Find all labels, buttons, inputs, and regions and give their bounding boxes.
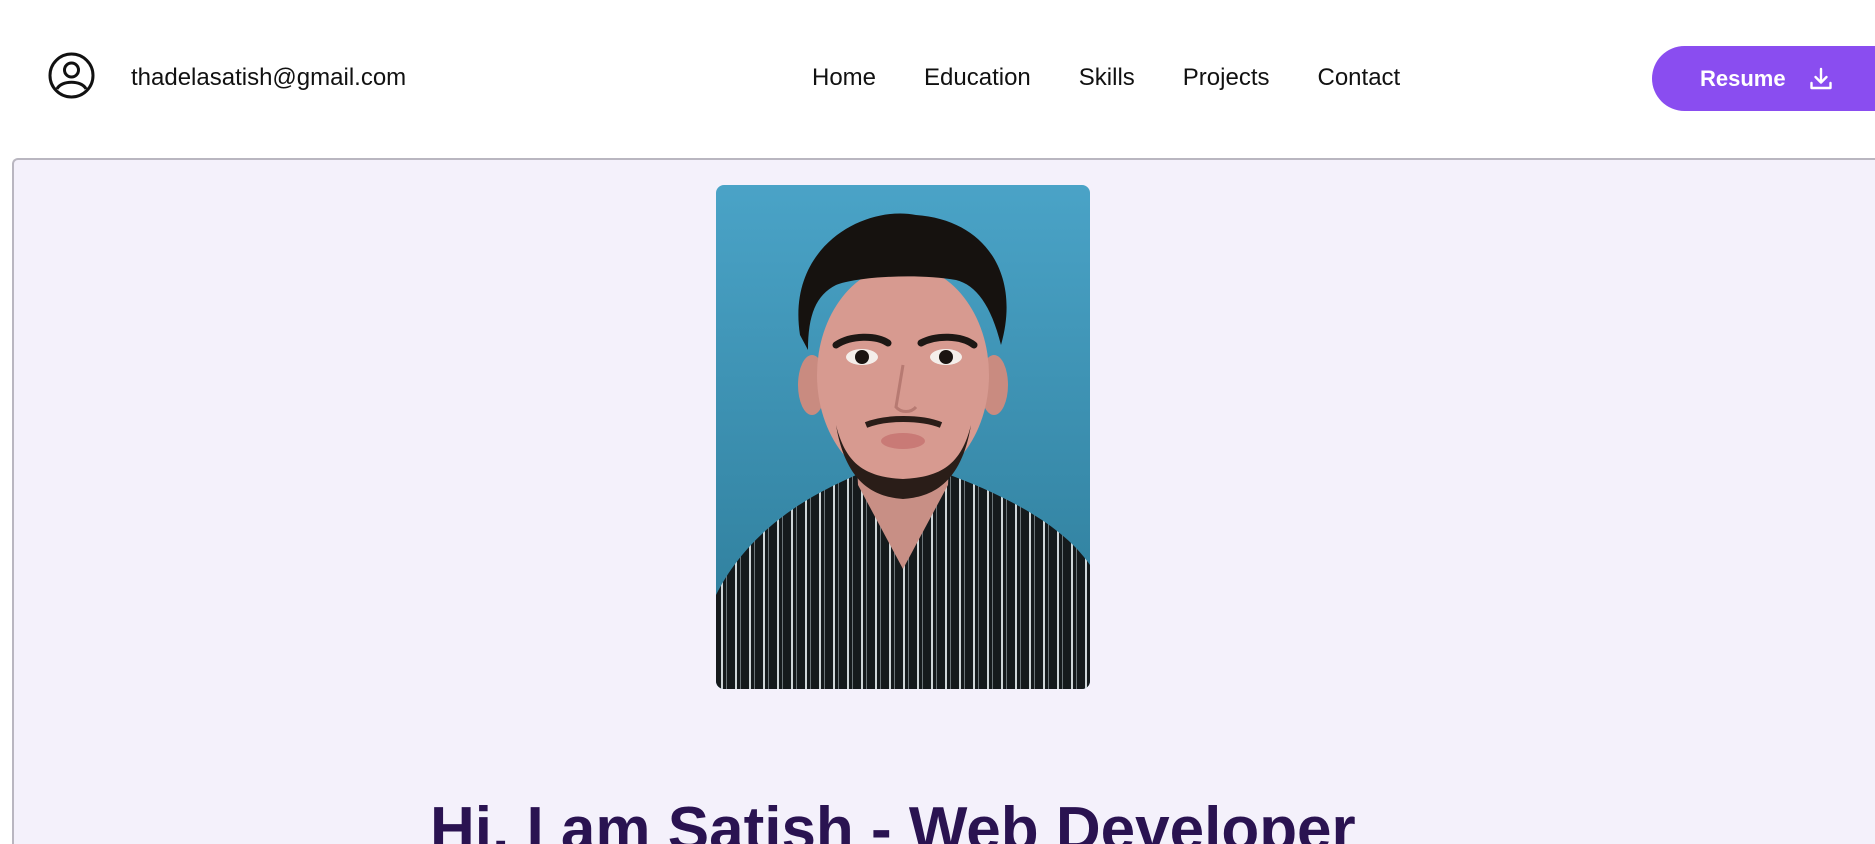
nav-home[interactable]: Home (812, 63, 876, 93)
user-circle-icon[interactable] (47, 51, 96, 100)
hero-section: Hi, I am Satish - Web Developer (12, 158, 1875, 844)
site-header: thadelasatish@gmail.com Home Education S… (0, 0, 1875, 158)
contact-email[interactable]: thadelasatish@gmail.com (131, 64, 406, 92)
resume-button[interactable]: Resume (1652, 46, 1875, 111)
nav-contact[interactable]: Contact (1318, 63, 1401, 93)
nav-skills[interactable]: Skills (1079, 63, 1135, 93)
nav-education[interactable]: Education (924, 63, 1031, 93)
hero-headline: Hi, I am Satish - Web Developer (430, 795, 1356, 844)
profile-photo (716, 185, 1090, 689)
main-nav: Home Education Skills Projects Contact (812, 62, 1400, 94)
resume-button-label: Resume (1700, 65, 1786, 91)
nav-projects[interactable]: Projects (1183, 63, 1270, 93)
download-icon (1809, 67, 1832, 89)
